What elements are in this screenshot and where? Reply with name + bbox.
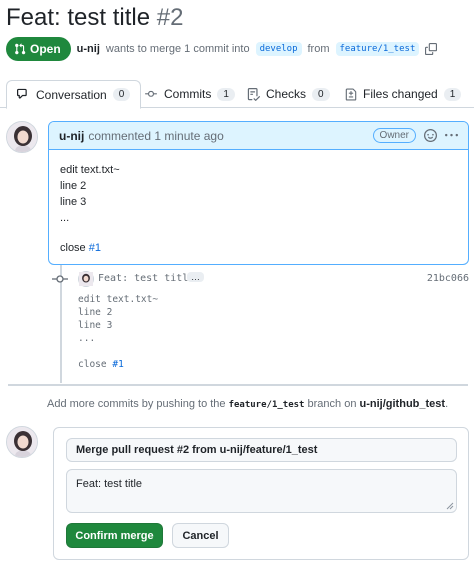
tab-counter: 1 <box>443 87 462 101</box>
tab-counter: 1 <box>217 87 235 101</box>
comment-author[interactable]: u-nij <box>59 129 84 143</box>
push-note-text: branch on <box>307 398 357 410</box>
tab-conversation[interactable]: Conversation 0 <box>6 80 142 109</box>
commit-line: edit text.txt~ <box>78 294 159 305</box>
comment-body: edit text.txt~ line 2 line 3 ... close #… <box>49 150 468 264</box>
commit-message: edit text.txt~ line 2 line 3 ... close #… <box>78 293 158 371</box>
comment-line: line 3 <box>60 196 87 208</box>
tab-counter: 0 <box>112 88 131 101</box>
divider <box>8 384 468 386</box>
merge-description-input[interactable]: Feat: test title <box>66 469 457 513</box>
push-note-branch: feature/1_test <box>228 400 305 410</box>
close-text: close <box>60 242 86 254</box>
commit-line: ... <box>78 333 96 344</box>
merge-title-input[interactable]: Merge pull request #2 from u-nij/feature… <box>66 438 457 462</box>
comment-line: edit text.txt~ <box>60 164 120 176</box>
owner-badge: Owner <box>372 128 416 143</box>
pr-number: #2 <box>156 4 184 31</box>
comment-meta[interactable]: commented 1 minute ago <box>88 129 223 143</box>
tab-label: Commits <box>164 87 212 101</box>
merge-form: Merge pull request #2 from u-nij/feature… <box>53 427 469 560</box>
smiley-icon[interactable] <box>424 129 437 142</box>
commit-line: line 2 <box>78 307 113 318</box>
comment-header: u-nij commented 1 minute ago Owner <box>49 122 468 150</box>
commit-sha[interactable]: 21bc066 <box>427 273 469 284</box>
repo-name: u-nij/github_test <box>359 398 446 410</box>
merge-description-text: Feat: test title <box>76 478 143 490</box>
commit-author-avatar[interactable] <box>78 271 94 287</box>
commit-expand-button[interactable]: … <box>187 272 204 282</box>
issue-link[interactable]: #1 <box>89 242 101 254</box>
tab-files-changed[interactable]: Files changed 1 <box>345 80 462 108</box>
push-note: Add more commits by pushing to the featu… <box>47 398 448 410</box>
base-branch[interactable]: develop <box>255 42 302 56</box>
pr-state-row: Open u-nij wants to merge 1 commit into … <box>6 37 438 61</box>
cancel-button[interactable]: Cancel <box>172 523 229 548</box>
pr-title: Feat: test title #2 <box>6 2 183 34</box>
avatar[interactable] <box>6 121 38 153</box>
pr-title-text: Feat: test title <box>6 4 151 31</box>
git-pull-request-icon <box>14 43 26 55</box>
merge-text: wants to merge 1 commit into <box>105 43 250 55</box>
resize-handle-icon[interactable] <box>446 502 454 510</box>
copy-icon[interactable] <box>425 43 438 55</box>
tab-counter: 0 <box>312 87 330 101</box>
file-diff-icon <box>345 88 357 101</box>
commit-line: line 3 <box>78 320 113 331</box>
tab-checks[interactable]: Checks 0 <box>247 80 330 108</box>
tab-commits[interactable]: Commits 1 <box>144 80 235 108</box>
checklist-icon <box>247 87 260 101</box>
confirm-merge-button[interactable]: Confirm merge <box>66 523 163 548</box>
status-badge: Open <box>6 37 71 61</box>
status-badge-label: Open <box>30 42 61 56</box>
push-note-text: Add more commits by pushing to the <box>47 398 226 410</box>
pr-tabs: Conversation 0 Commits 1 Checks 0 Files … <box>0 80 474 109</box>
issue-link[interactable]: #1 <box>112 359 123 370</box>
push-note-text: . <box>445 398 449 410</box>
avatar[interactable] <box>6 426 38 458</box>
pr-author-link[interactable]: u-nij <box>77 43 100 55</box>
commit-title[interactable]: Feat: test title <box>98 273 194 284</box>
kebab-horizontal-icon[interactable] <box>445 129 458 142</box>
git-commit-icon <box>144 88 158 100</box>
from-text: from <box>307 43 330 55</box>
comment-line: line 2 <box>60 180 87 192</box>
head-branch[interactable]: feature/1_test <box>335 42 420 56</box>
comment-line: ... <box>60 212 70 224</box>
tab-label: Checks <box>266 87 307 101</box>
close-text: close <box>78 359 107 370</box>
comment-box: u-nij commented 1 minute ago Owner edit … <box>48 121 469 265</box>
comment-discussion-icon <box>17 88 30 101</box>
tab-label: Files changed <box>363 87 438 101</box>
tab-label: Conversation <box>36 87 107 102</box>
comment-close-line: close #1 <box>60 240 457 256</box>
commit-close-line: close #1 <box>78 358 158 371</box>
git-commit-icon <box>52 274 68 284</box>
